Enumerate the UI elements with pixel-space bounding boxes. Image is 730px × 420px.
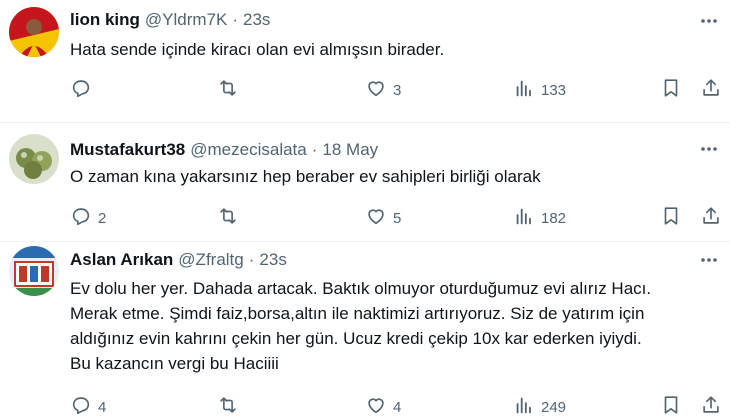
timestamp[interactable]: 23s (243, 10, 270, 30)
tweet-text-line: O zaman kına yakarsınız hep beraber ev s… (70, 167, 541, 186)
author-name[interactable]: lion king (70, 10, 140, 30)
bookmark-button[interactable] (660, 395, 682, 419)
retweet-icon (217, 77, 239, 103)
view-count: 249 (541, 398, 567, 416)
bookmark-icon (660, 205, 682, 231)
tweet[interactable]: Mustafakurt38 @mezecisalata · 18 May O z… (0, 123, 730, 241)
reply-button[interactable] (70, 78, 98, 102)
bar-chart-icon (513, 77, 535, 103)
reply-icon (70, 205, 92, 231)
retweet-button[interactable] (217, 206, 245, 230)
tweet-text-line: Hata sende içinde kiracı olan evi almışs… (70, 40, 445, 59)
views-button[interactable]: 249 (513, 395, 566, 419)
more-options-icon[interactable] (698, 10, 720, 32)
separator-dot: · (232, 10, 239, 29)
retweet-button[interactable] (217, 395, 245, 419)
views-button[interactable]: 182 (513, 206, 566, 230)
bar-chart-icon (513, 205, 535, 231)
tweet-text: O zaman kına yakarsınız hep beraber ev s… (70, 164, 720, 189)
retweet-button[interactable] (217, 78, 245, 102)
retweet-icon (217, 394, 239, 420)
tweet[interactable]: lion king @Yldrm7K · 23s Hata sende için… (0, 0, 730, 122)
reply-button[interactable]: 4 (70, 395, 106, 419)
heart-icon (365, 205, 387, 231)
bookmark-button[interactable] (660, 206, 682, 230)
separator-dot: · (248, 250, 255, 269)
tweet-text: Ev dolu her yer. Dahada artacak. Baktık … (70, 276, 720, 376)
share-button[interactable] (700, 78, 722, 102)
view-count: 182 (541, 209, 567, 227)
bookmark-icon (660, 394, 682, 420)
author-name[interactable]: Mustafakurt38 (70, 140, 185, 160)
more-options-icon[interactable] (698, 249, 720, 271)
share-button[interactable] (700, 395, 722, 419)
bookmark-icon (660, 77, 682, 103)
tweet-text: Hata sende içinde kiracı olan evi almışs… (70, 37, 720, 62)
author-name[interactable]: Aslan Arıkan (70, 250, 173, 270)
like-button[interactable]: 5 (365, 206, 401, 230)
view-count: 133 (541, 81, 567, 99)
views-button[interactable]: 133 (513, 78, 566, 102)
more-options-icon[interactable] (698, 138, 720, 160)
share-button[interactable] (700, 206, 722, 230)
retweet-icon (217, 205, 239, 231)
tweet-text-line: aldığınız evin kahrını çekin her gün. Uc… (70, 329, 642, 348)
bar-chart-icon (513, 394, 535, 420)
reply-icon (70, 394, 92, 420)
like-count: 5 (393, 209, 402, 227)
reply-count: 2 (98, 209, 107, 227)
avatar[interactable] (9, 134, 59, 184)
like-button[interactable]: 3 (365, 78, 401, 102)
author-handle[interactable]: @Zfraltg (178, 250, 243, 270)
author-handle[interactable]: @mezecisalata (190, 140, 306, 160)
reply-icon (70, 77, 92, 103)
share-icon (700, 77, 722, 103)
heart-icon (365, 394, 387, 420)
tweet[interactable]: Aslan Arıkan @Zfraltg · 23s Ev dolu her … (0, 242, 730, 420)
heart-icon (365, 77, 387, 103)
action-bar: 2 5 182 (70, 206, 724, 230)
like-count: 3 (393, 81, 402, 99)
reply-count: 4 (98, 398, 107, 416)
share-icon (700, 394, 722, 420)
reply-button[interactable]: 2 (70, 206, 106, 230)
share-icon (700, 205, 722, 231)
tweet-text-line: Merak etme. Şimdi faiz,borsa,altın ile n… (70, 304, 645, 323)
avatar[interactable] (9, 246, 59, 296)
timestamp[interactable]: 18 May (322, 140, 378, 160)
like-button[interactable]: 4 (365, 395, 401, 419)
tweet-text-line: Bu kazancın vergi bu Haciiii (70, 354, 279, 373)
action-bar: 4 4 249 (70, 395, 724, 419)
tweet-text-line: Ev dolu her yer. Dahada artacak. Baktık … (70, 279, 652, 298)
avatar[interactable] (9, 7, 59, 57)
like-count: 4 (393, 398, 402, 416)
timestamp[interactable]: 23s (259, 250, 286, 270)
bookmark-button[interactable] (660, 78, 682, 102)
separator-dot: · (311, 140, 318, 159)
author-handle[interactable]: @Yldrm7K (145, 10, 227, 30)
action-bar: 3 133 (70, 78, 724, 102)
